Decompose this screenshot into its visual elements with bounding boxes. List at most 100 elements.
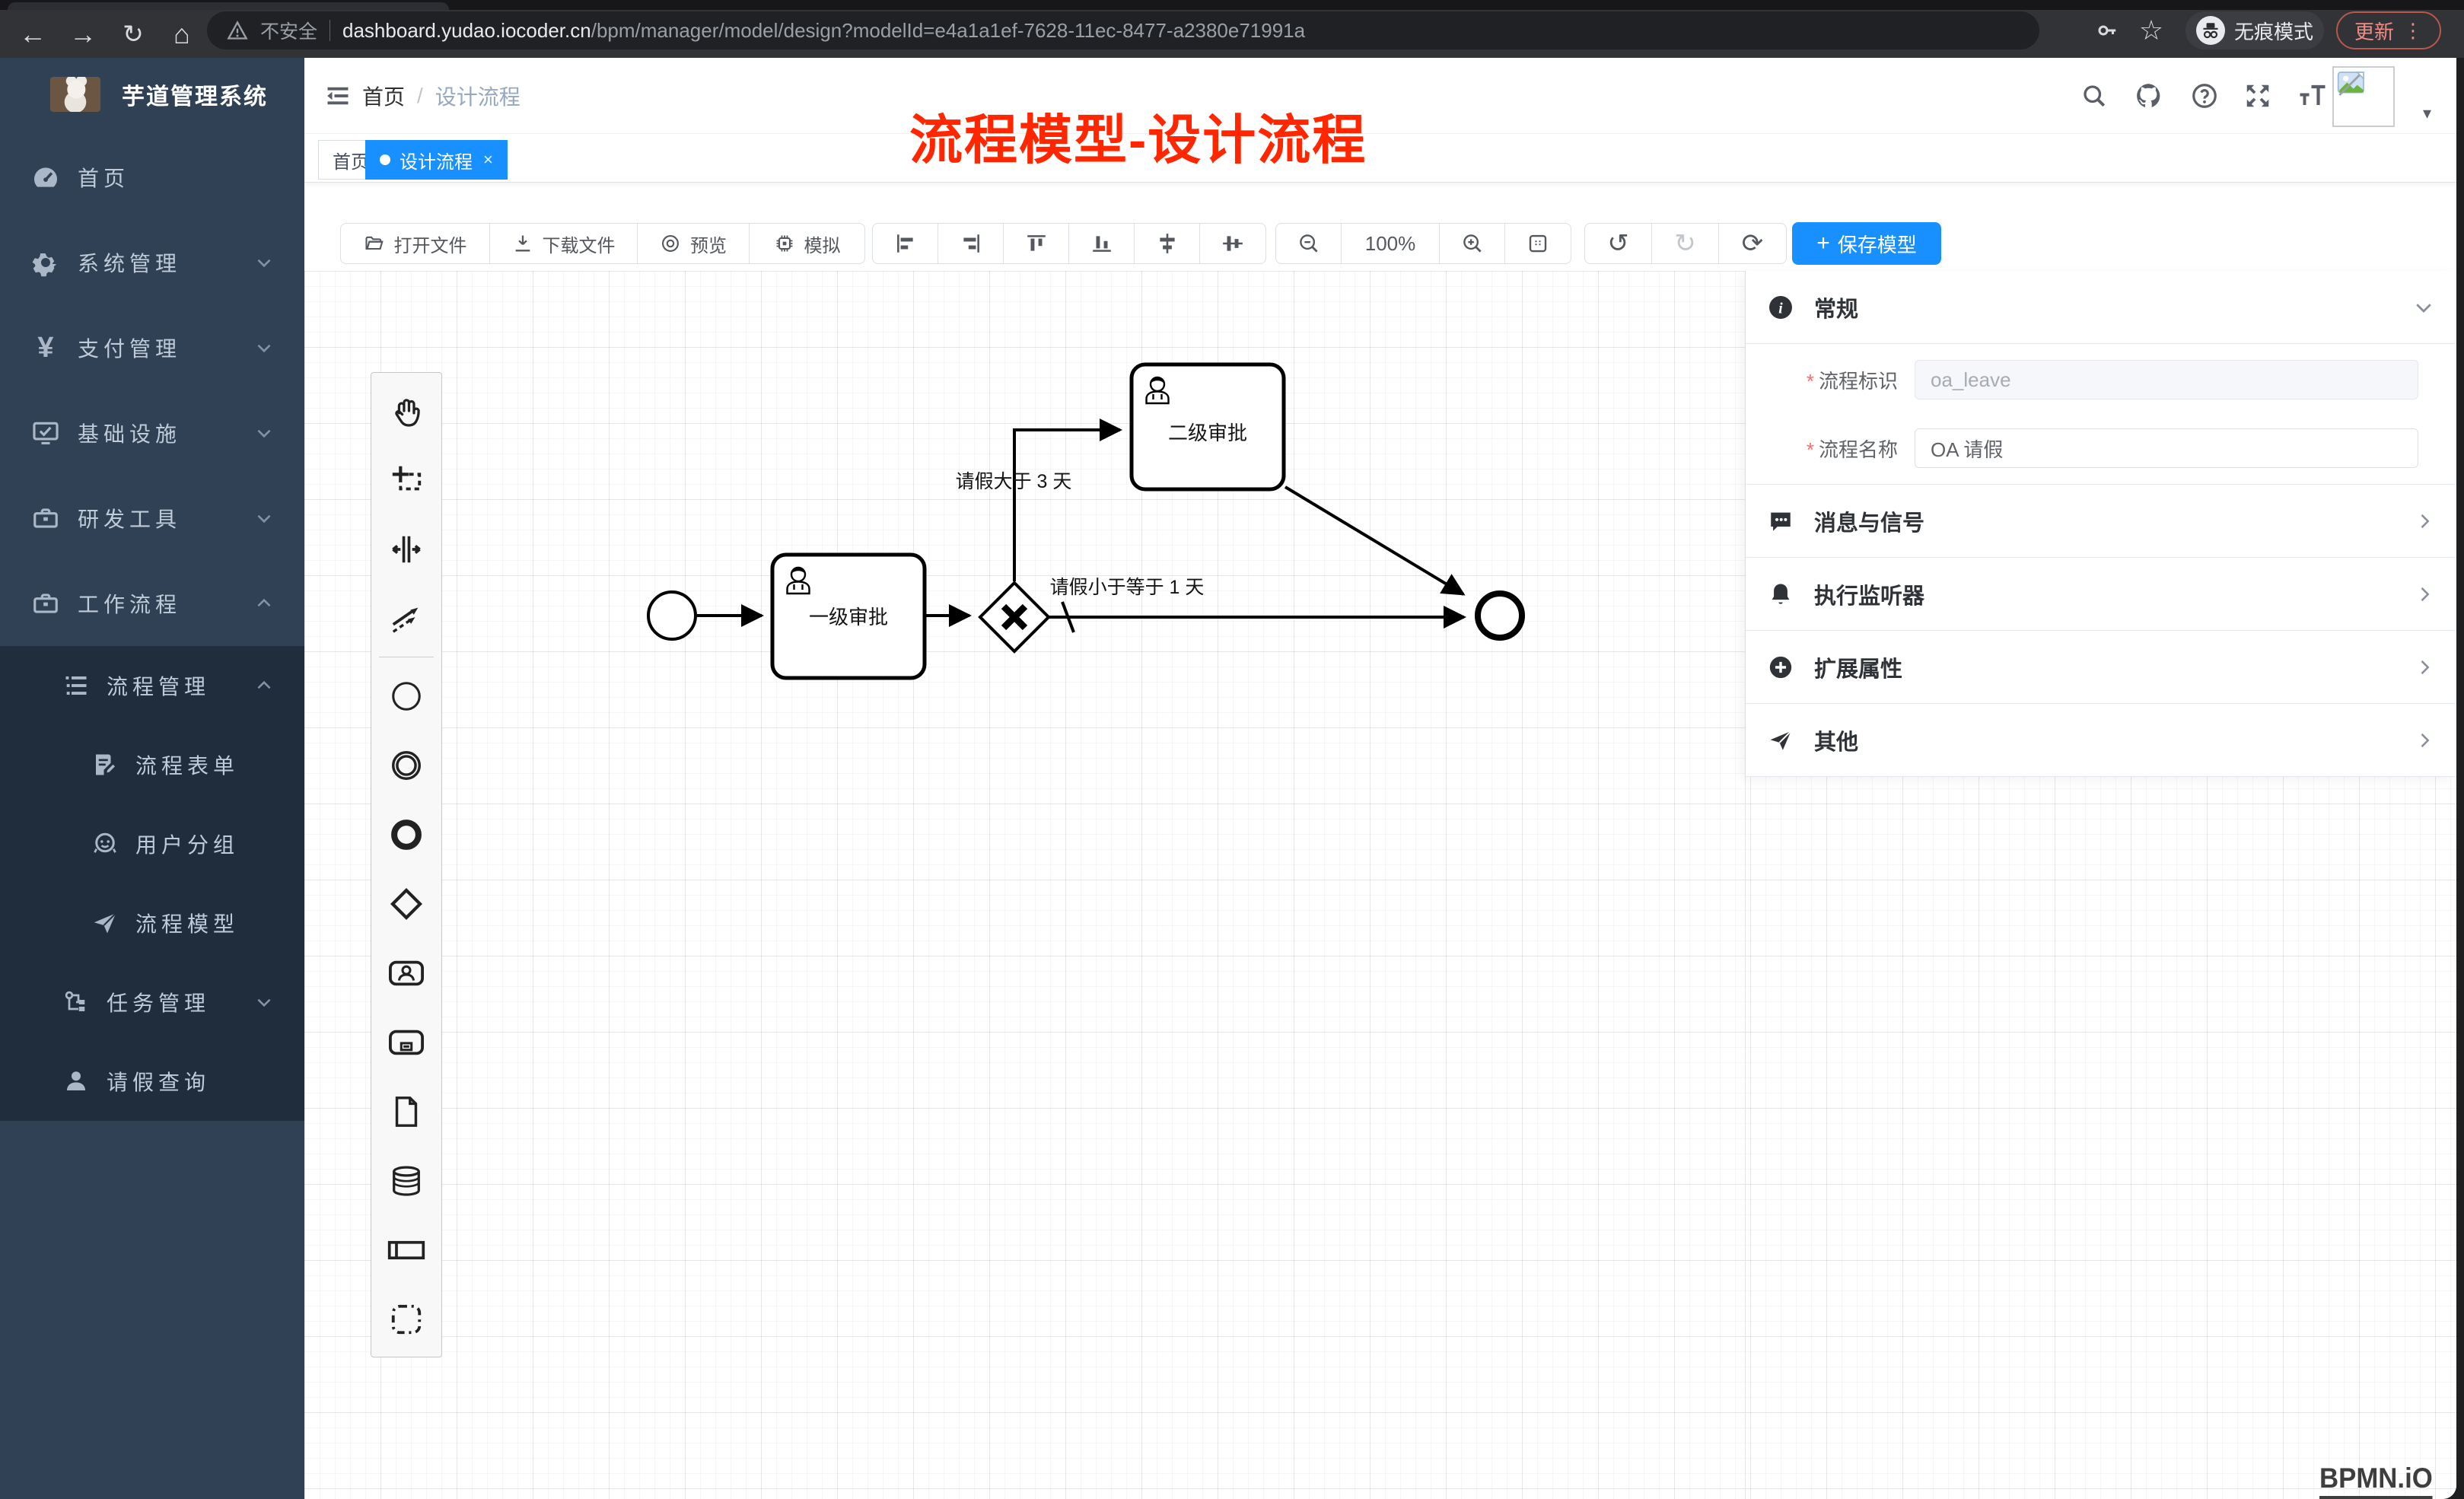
browser-tab[interactable] <box>8 2 449 10</box>
fullscreen-icon[interactable] <box>2243 58 2272 134</box>
close-icon[interactable]: × <box>483 150 493 170</box>
section-general[interactable]: i 常规 <box>1746 271 2456 344</box>
bell-icon <box>1767 581 1794 607</box>
chevron-right-icon <box>2414 657 2435 678</box>
chevron-down-icon <box>2412 296 2435 319</box>
align-right-icon[interactable] <box>938 224 1004 263</box>
global-connect-tool[interactable] <box>371 584 441 653</box>
flow-gateway-to-task2[interactable] <box>1014 430 1120 581</box>
help-icon[interactable] <box>2190 58 2219 134</box>
sidebar-item-process-mgmt[interactable]: 流程管理 <box>0 646 304 725</box>
end-event[interactable] <box>1478 594 1522 638</box>
create-data-object[interactable] <box>371 1077 441 1146</box>
sidebar-item-home[interactable]: 首页 <box>0 135 304 220</box>
reload-icon[interactable]: ↻ <box>111 10 155 58</box>
update-button[interactable]: 更新 ⋮ <box>2336 11 2441 49</box>
sidebar-item-process-model[interactable]: 流程模型 <box>0 883 304 963</box>
back-icon[interactable]: ← <box>11 10 55 58</box>
space-tool[interactable] <box>371 514 441 584</box>
align-left-icon[interactable] <box>873 224 938 263</box>
create-end-event[interactable] <box>371 800 441 869</box>
align-center-vertical-icon[interactable] <box>1200 224 1265 263</box>
create-participant[interactable] <box>371 1215 441 1284</box>
sidebar-item-label: 研发工具 <box>78 503 181 533</box>
create-user-task[interactable] <box>371 938 441 1007</box>
screenshot-root: ← → ↻ ⌂ 不安全 dashboard.yudao.iocoder.cn/b… <box>0 0 2464 1499</box>
create-intermediate-event[interactable] <box>371 730 441 800</box>
create-group[interactable] <box>371 1284 441 1354</box>
sidebar-fold-icon[interactable] <box>324 82 352 113</box>
process-name-input[interactable] <box>1915 428 2418 468</box>
search-icon[interactable] <box>2080 58 2108 134</box>
save-model-button[interactable]: + 保存模型 <box>1792 222 1941 265</box>
field-label: *流程标识 <box>1746 366 1898 394</box>
key-icon[interactable] <box>2087 11 2128 49</box>
sidebar-logo-row[interactable]: 芋道管理系统 <box>0 58 304 131</box>
create-start-event[interactable] <box>371 661 441 730</box>
sidebar-item-process-form[interactable]: 流程表单 <box>0 725 304 804</box>
app-logo <box>50 77 100 112</box>
align-center-horizontal-icon[interactable] <box>1135 224 1200 263</box>
process-key-input[interactable] <box>1915 360 2418 399</box>
sidebar-item-leave-query[interactable]: 请假查询 <box>0 1042 304 1121</box>
create-subprocess[interactable] <box>371 1007 441 1077</box>
sidebar-item-payment[interactable]: ¥ 支付管理 <box>0 305 304 390</box>
history-button-group: ↺ ↻ ⟳ <box>1584 223 1787 264</box>
zoom-in-icon[interactable] <box>1440 224 1505 263</box>
sidebar-item-label: 请假查询 <box>107 1066 210 1096</box>
simulate-button[interactable]: 模拟 <box>750 224 864 263</box>
tags-view-bar: 首页 设计流程 × <box>304 134 2456 183</box>
start-event[interactable] <box>648 592 696 639</box>
align-bottom-icon[interactable] <box>1069 224 1135 263</box>
section-execution-listener[interactable]: 执行监听器 <box>1746 558 2456 631</box>
url-divider <box>329 20 330 41</box>
create-gateway[interactable] <box>371 869 441 938</box>
font-size-icon[interactable] <box>2297 58 2329 134</box>
flow-task2-to-end[interactable] <box>1285 487 1463 594</box>
bookmark-star-icon[interactable]: ☆ <box>2131 11 2172 49</box>
incognito-icon <box>2196 16 2225 45</box>
avatar[interactable] <box>2332 66 2395 127</box>
browser-menu-icon[interactable]: ⋮ <box>2403 19 2423 43</box>
hand-tool[interactable] <box>371 376 441 445</box>
open-file-button[interactable]: 打开文件 <box>341 224 490 263</box>
github-icon[interactable] <box>2134 58 2164 134</box>
sidebar-item-system[interactable]: 系统管理 <box>0 220 304 305</box>
zoom-out-icon[interactable] <box>1276 224 1342 263</box>
download-file-button[interactable]: 下载文件 <box>490 224 638 263</box>
section-extended-attributes[interactable]: 扩展属性 <box>1746 631 2456 704</box>
sidebar-item-label: 首页 <box>78 162 129 193</box>
align-top-icon[interactable] <box>1004 224 1069 263</box>
redo-icon[interactable]: ↻ <box>1652 224 1719 263</box>
red-annotation: 流程模型-设计流程 <box>909 97 1367 174</box>
section-title: 常规 <box>1814 291 1858 323</box>
breadcrumb-home[interactable]: 首页 <box>362 81 405 111</box>
create-data-store[interactable] <box>371 1146 441 1215</box>
undo-icon[interactable]: ↺ <box>1585 224 1652 263</box>
chevron-down-icon <box>254 423 274 443</box>
zoom-level-value: 100% <box>1365 232 1416 256</box>
zoom-reset-icon[interactable] <box>1505 224 1571 263</box>
sidebar-item-label: 支付管理 <box>78 333 181 363</box>
sidebar-item-devtools[interactable]: 研发工具 <box>0 476 304 561</box>
sidebar-item-task-mgmt[interactable]: 任务管理 <box>0 963 304 1042</box>
tag-design-process[interactable]: 设计流程 × <box>365 140 508 180</box>
toolbox-icon <box>29 504 62 533</box>
chevron-up-icon <box>254 676 274 695</box>
section-other[interactable]: 其他 <box>1746 704 2456 777</box>
sidebar-item-infra[interactable]: 基础设施 <box>0 390 304 476</box>
url-bar[interactable]: 不安全 dashboard.yudao.iocoder.cn/bpm/manag… <box>207 11 2039 49</box>
form-icon <box>90 751 120 778</box>
lasso-tool[interactable] <box>371 445 441 514</box>
forward-icon[interactable]: → <box>61 10 105 58</box>
sidebar-item-user-group[interactable]: 用户分组 <box>0 804 304 883</box>
restart-icon[interactable]: ⟳ <box>1719 224 1786 263</box>
url-path: /bpm/manager/model/design?modelId=e4a1a1… <box>591 19 1305 42</box>
sidebar-item-workflow[interactable]: 工作流程 <box>0 561 304 646</box>
section-message-signal[interactable]: 消息与信号 <box>1746 485 2456 558</box>
zoom-level[interactable]: 100% <box>1342 224 1440 263</box>
send-icon <box>90 909 120 937</box>
avatar-caret-icon[interactable]: ▾ <box>2423 103 2431 123</box>
preview-button[interactable]: 预览 <box>638 224 750 263</box>
home-icon[interactable]: ⌂ <box>160 10 204 58</box>
